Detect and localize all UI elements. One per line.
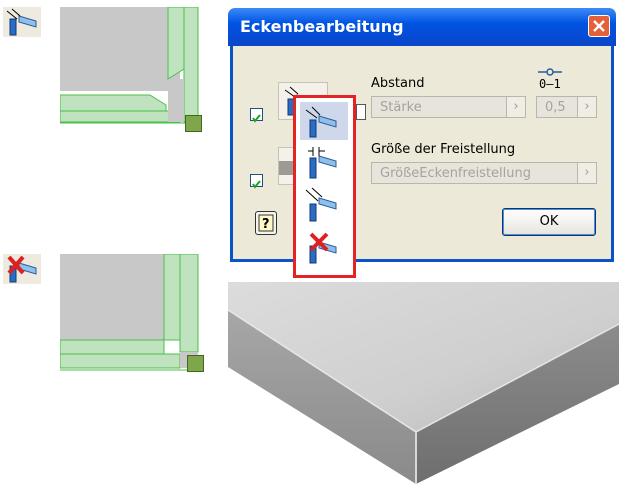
sheet-metal-3d-view (227, 282, 619, 484)
ok-button[interactable]: OK (502, 208, 596, 236)
no-relief-icon (309, 232, 337, 264)
groesse-arrow-button[interactable]: › (577, 162, 597, 184)
help-button[interactable]: ? (255, 211, 277, 235)
abstand-arrow-button[interactable]: › (506, 96, 526, 118)
cad-corner-view-top (60, 7, 210, 130)
feature-badge-bottom (187, 355, 204, 372)
svg-text:0–1: 0–1 (539, 77, 561, 90)
close-button[interactable] (588, 15, 610, 37)
abstand-field[interactable]: Stärke (371, 96, 507, 118)
edge-to-edge-icon (308, 147, 337, 179)
corner-gap-option-icon (305, 106, 337, 138)
check-icon (252, 180, 261, 189)
groesse-label: Größe der Freistellung (371, 142, 516, 157)
checkbox-abstand[interactable] (250, 108, 263, 123)
groesse-field[interactable]: GrößeEckenfreistellung (371, 162, 578, 184)
abstand-number-arrow-button[interactable]: › (577, 96, 597, 118)
abstand-label: Abstand (371, 76, 425, 91)
option-no-relief[interactable] (300, 228, 348, 266)
miter-icon (305, 187, 337, 222)
svg-text:?: ? (262, 217, 270, 232)
feature-badge-top (185, 115, 202, 132)
abstand-number-field[interactable]: 0,5 (536, 96, 578, 118)
help-icon: ? (258, 214, 274, 232)
dropdown-arrow-small[interactable] (356, 104, 366, 120)
option-edge-to-edge[interactable] (300, 144, 348, 182)
dialog-title-bar[interactable]: Eckenbearbeitung (228, 8, 616, 46)
dialog-title: Eckenbearbeitung (240, 17, 404, 36)
parameter-link-icon[interactable]: 0–1 (536, 68, 564, 91)
option-miter[interactable] (300, 186, 348, 224)
corner-type-popup-menu (293, 95, 356, 278)
checkbox-freistellung[interactable] (250, 174, 263, 189)
corner-relief-icon-top (3, 7, 41, 37)
check-icon (252, 114, 261, 123)
corner-no-relief-icon-bottom (3, 254, 41, 284)
close-icon (593, 20, 605, 32)
option-corner-gap[interactable] (300, 102, 348, 140)
